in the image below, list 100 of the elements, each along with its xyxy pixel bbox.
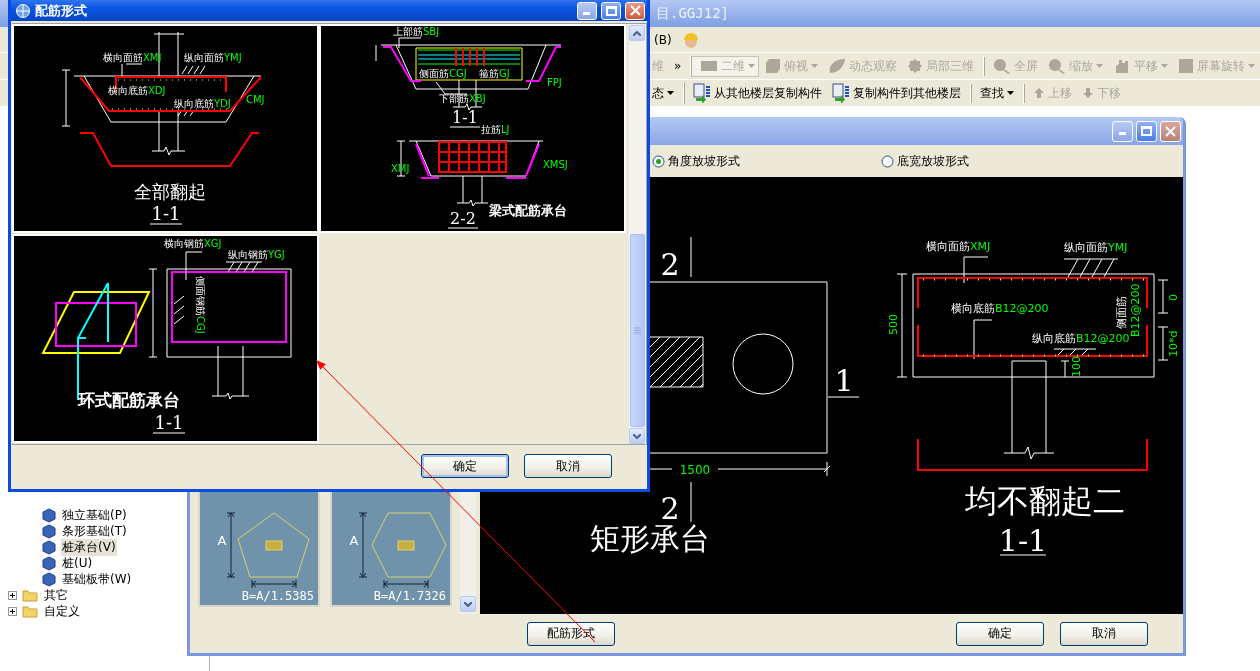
tree-item[interactable]: 桩(U) [61, 554, 94, 572]
folder-icon [22, 606, 38, 617]
tree-item[interactable]: 桩承台(V) [61, 538, 117, 556]
dialog-button[interactable]: 取消 [1060, 621, 1148, 646]
square-icon [1179, 59, 1194, 73]
rebar-label: 横向底筋XDJ [108, 85, 166, 96]
maximize-icon [605, 5, 617, 16]
caret-icon [667, 91, 674, 95]
caret-icon [1248, 64, 1256, 68]
scrollbar[interactable] [629, 24, 646, 444]
minimize-button[interactable] [1112, 120, 1133, 142]
scrollbar-thumb[interactable] [630, 234, 645, 427]
rebar-label: 侧面钢筋CGJ [195, 276, 206, 334]
drawing-caption: 均不翻起二 [965, 482, 1125, 520]
square-icon [701, 61, 718, 71]
close-icon [629, 5, 641, 16]
rebar-label: 纵向底筋YDJ [174, 98, 231, 109]
section-mark: 1-1 [154, 412, 184, 433]
caret-icon [1096, 64, 1104, 68]
tree-item[interactable]: 条形基础(T) [61, 522, 128, 540]
expand-button[interactable] [8, 606, 17, 616]
rebar-label: XMSJ [543, 159, 568, 170]
rebar-label: 纵向底筋B12@200 [1032, 332, 1130, 345]
rebar-label: 横向钢筋XGJ [164, 238, 222, 249]
layout-option[interactable]: 横向面筋XMJ 纵向面筋YMJ 横向底筋XDJ 纵向底筋YDJ CMJ 全部翻起 1-1 [14, 26, 317, 231]
close-button[interactable] [625, 1, 645, 20]
section-mark: 1-1 [452, 108, 478, 127]
minimize-icon [1118, 132, 1126, 135]
maximize-button[interactable] [1136, 120, 1157, 142]
close-button[interactable] [1160, 120, 1181, 142]
toolbar-button[interactable]: 态 [648, 83, 678, 103]
grip-icon [634, 327, 641, 334]
caret-icon [1007, 91, 1014, 95]
rebar-label: 箍筋GJ [479, 68, 510, 79]
copy-icon [832, 83, 850, 103]
scroll-up-button[interactable] [629, 25, 645, 41]
maximize-button[interactable] [601, 1, 621, 20]
dialog-button[interactable]: 取消 [524, 454, 612, 478]
tree-item[interactable]: 独立基础(P) [61, 506, 128, 524]
drawing-caption: 梁式配筋承台 [489, 203, 567, 218]
drawing-caption: 全部翻起 [134, 181, 206, 202]
expand-button[interactable] [8, 590, 17, 600]
minimize-button[interactable] [577, 1, 597, 20]
radio-option[interactable]: 角度放坡形式 [652, 152, 881, 170]
rebar-label: 纵向面筋YMJ [184, 52, 242, 63]
window-title: 配筋形式 [35, 1, 88, 20]
rebar-label: XMJ [391, 163, 410, 174]
dimension-label: A [217, 533, 227, 548]
scroll-down-button[interactable] [460, 596, 476, 612]
section-mark: 1 [834, 363, 854, 398]
tree-item[interactable]: 其它 [43, 586, 69, 604]
rebar-label: 纵向钢筋YGJ [228, 249, 285, 260]
rebar-label: B12@200 [1129, 283, 1142, 337]
rebar-label: 侧面筋CGJ [419, 68, 467, 79]
maximize-icon [1141, 126, 1152, 136]
rebar-label: 下部筋XBJ [439, 93, 486, 104]
magnifier-icon [1049, 59, 1066, 74]
close-icon [1165, 125, 1176, 137]
rebar-label: CMJ [246, 94, 265, 105]
scroll-down-button[interactable] [629, 428, 645, 444]
rebar-label: 侧面筋 [1115, 296, 1128, 329]
dimension-label: 1500 [679, 463, 711, 477]
minimize-icon [583, 11, 590, 15]
caret-icon [748, 64, 756, 68]
rebar-label: 纵向面筋YMJ [1064, 241, 1128, 254]
toolbar-button[interactable]: 从其他楼层复制构件 [684, 82, 826, 104]
crosshair-icon [16, 3, 30, 18]
up-arrow-icon [1034, 88, 1044, 98]
formula-label: B=A/1.5385 [241, 589, 314, 603]
dialog-button[interactable]: 确定 [956, 621, 1044, 646]
caret-icon [811, 64, 819, 68]
copy-icon [693, 83, 711, 103]
dialog-button[interactable]: 确定 [421, 454, 509, 478]
rebar-label: 横向面筋XMJ [926, 240, 991, 253]
chevron-down-icon [633, 433, 641, 439]
section-mark: 2 [660, 247, 680, 282]
tree-item[interactable]: 自定义 [43, 602, 81, 620]
dimension-label: A [349, 533, 359, 548]
toolbar-button[interactable]: 复制构件到其他楼层 [828, 82, 965, 104]
caret-icon [1161, 64, 1169, 68]
layout-option[interactable]: 上部筋SBJ 侧面筋CGJ 箍筋GJ FPJ 下部筋XBJ 拉筋LJ XMJ XMSJ 梁式配筋承台 1-1 2-2 [321, 26, 624, 231]
menu-item[interactable]: (B) [654, 32, 672, 47]
magnifier-icon [994, 59, 1011, 74]
rebar-label: 拉筋LJ [481, 124, 510, 135]
tree-item[interactable]: 基础板带(W) [61, 570, 133, 588]
dimension-label: 0 [1167, 294, 1180, 301]
gear-icon [908, 59, 923, 73]
chevron-down-icon [464, 601, 472, 607]
toolbar-button[interactable]: 查找 [971, 83, 1018, 103]
hand-icon [1116, 60, 1129, 73]
dimension-label: 100 [1070, 356, 1083, 377]
rebar-label: 横向面筋XMJ [103, 52, 162, 63]
layout-option[interactable]: 横向钢筋XGJ 纵向钢筋YGJ 侧面钢筋CGJ 环式配筋承台 1-1 [14, 236, 317, 441]
down-arrow-icon [1083, 88, 1093, 98]
radio-option[interactable]: 底宽放坡形式 [881, 152, 1110, 170]
window-title: 目.GGJ12] [656, 4, 729, 23]
section-mark: 1-1 [998, 523, 1048, 558]
drawing-caption: 环式配筋承台 [78, 390, 180, 410]
overflow-button[interactable]: » [670, 58, 686, 74]
chevron-up-icon [633, 30, 641, 36]
